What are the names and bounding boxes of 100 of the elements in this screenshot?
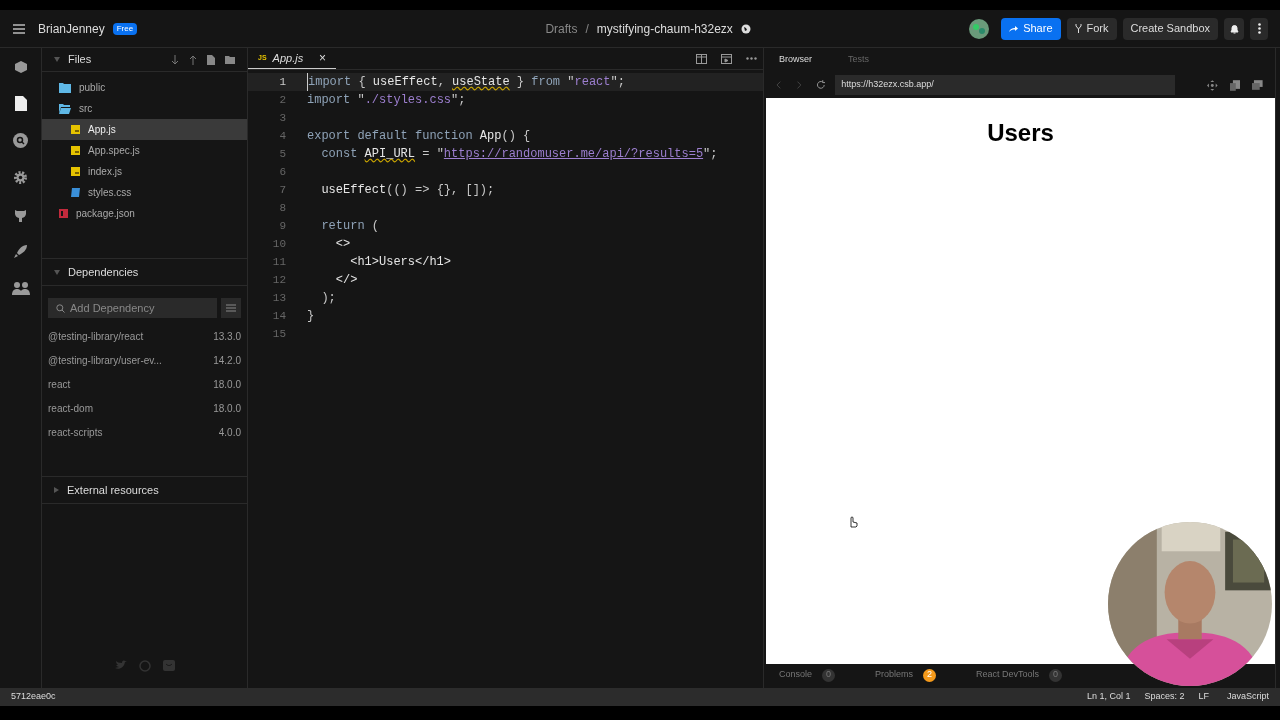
line-number: 9: [278, 218, 287, 234]
bell-icon: [1229, 23, 1239, 34]
dependency-name[interactable]: react: [48, 376, 71, 392]
line-number: 12: [271, 272, 287, 288]
plan-badge: Free: [112, 22, 138, 35]
more-menu-button[interactable]: [1250, 17, 1268, 40]
file-tree-item[interactable]: public: [42, 77, 247, 98]
more-icon[interactable]: [746, 57, 757, 60]
new-file-icon[interactable]: [207, 54, 215, 65]
dependency-name[interactable]: react-scripts: [48, 424, 103, 440]
line-number: 10: [271, 236, 287, 252]
notifications-button[interactable]: [1224, 17, 1244, 40]
expand-caret-icon[interactable]: [54, 487, 59, 493]
js-file-icon: [71, 146, 80, 155]
collapse-caret-icon[interactable]: [54, 269, 60, 275]
more-icon: [1257, 23, 1261, 34]
close-tab-button[interactable]: ×: [319, 52, 326, 64]
dependency-name[interactable]: @testing-library/user-ev...: [48, 352, 162, 368]
status-item[interactable]: JavaScript: [1226, 690, 1269, 704]
file-tree-item[interactable]: src: [42, 98, 247, 119]
share-button[interactable]: Share: [1001, 17, 1061, 40]
split-view-icon[interactable]: [696, 53, 707, 64]
reload-icon[interactable]: [815, 80, 826, 90]
code-line: <>: [334, 236, 351, 253]
dependency-version: 14.2.0: [213, 353, 241, 368]
new-folder-icon[interactable]: [225, 55, 235, 64]
sandbox-name[interactable]: mystifying-chaum-h32ezx: [596, 19, 733, 38]
users-icon[interactable]: [11, 281, 30, 295]
preview-tab[interactable]: Browser: [779, 53, 812, 67]
fork-icon: [1074, 24, 1082, 33]
fork-button[interactable]: Fork: [1066, 17, 1117, 40]
line-number: 11: [271, 254, 287, 270]
dependency-version: 18.0.0: [213, 401, 241, 416]
share-arrow-icon: [1009, 25, 1019, 32]
line-number: 1: [278, 74, 287, 90]
dependency-version: 4.0.0: [218, 425, 241, 440]
file-tree-item[interactable]: App.spec.js: [42, 140, 247, 161]
upload-icon[interactable]: [189, 54, 197, 65]
tab-label: App.js: [272, 50, 304, 66]
section-title[interactable]: External resources: [67, 481, 159, 499]
line-number: 13: [271, 290, 287, 306]
code-line: <h1>Users</h1>: [349, 254, 452, 271]
search-icon: [56, 304, 65, 313]
status-item[interactable]: Ln 1, Col 1: [1086, 690, 1131, 704]
cube-icon[interactable]: [13, 60, 28, 74]
menu-icon[interactable]: [12, 21, 26, 36]
add-dependency-field[interactable]: Add Dependency: [48, 298, 217, 318]
file-tree-item[interactable]: package.json: [42, 203, 247, 224]
avatar[interactable]: [969, 18, 990, 39]
package-file-icon: [59, 209, 68, 218]
dependency-version: 18.0.0: [213, 377, 241, 392]
collapse-caret-icon[interactable]: [54, 57, 60, 62]
status-item[interactable]: LF: [1198, 690, 1209, 704]
list-icon: [226, 304, 236, 312]
count-badge: 2: [923, 668, 937, 682]
dependency-name[interactable]: react-dom: [48, 400, 93, 416]
file-icon[interactable]: [14, 96, 27, 111]
code-line: }: [307, 308, 315, 325]
create-button[interactable]: Create Sandbox: [1122, 17, 1218, 40]
copy-icon[interactable]: [1229, 79, 1241, 91]
code-line: );: [320, 290, 336, 307]
breadcrumb-folder[interactable]: Drafts: [545, 19, 578, 38]
page-heading: Users: [987, 118, 1054, 148]
line-number: 6: [278, 164, 287, 180]
line-number: 4: [278, 128, 287, 144]
status-item[interactable]: Spaces: 2: [1144, 690, 1185, 704]
breadcrumb-separator: /: [585, 20, 589, 38]
preview-icon[interactable]: [721, 53, 732, 64]
file-tree-item[interactable]: index.js: [42, 161, 247, 182]
console-tab[interactable]: Problems 2: [875, 668, 937, 682]
folder-icon: [59, 82, 71, 93]
code-line: return (: [320, 218, 379, 235]
code-line: import "./styles.css";: [307, 92, 466, 109]
css-file-icon: [71, 188, 80, 197]
file-tree-item[interactable]: styles.css: [42, 182, 247, 203]
open-folder-icon: [59, 103, 71, 114]
js-file-icon: [71, 125, 80, 134]
section-title[interactable]: Dependencies: [68, 263, 139, 281]
section-title[interactable]: Files: [68, 51, 92, 68]
dependency-version: 13.3.0: [213, 329, 241, 344]
code-line: export default function App() {: [307, 128, 531, 145]
code-line: useEffect(() => {}, []);: [320, 182, 495, 199]
url-field[interactable]: https://h32ezx.csb.app/: [835, 75, 1176, 95]
dependency-name[interactable]: @testing-library/react: [48, 328, 144, 344]
js-file-icon: [71, 167, 80, 176]
code-line: import { useEffect, useState } from "react";: [307, 73, 625, 91]
line-number: 2: [278, 92, 287, 108]
code-line: const API_URL = "https://randomuser.me/api/?results=5";: [320, 146, 718, 163]
username[interactable]: BrianJenney: [38, 19, 105, 38]
commit-hash: 5712eae0c: [11, 690, 56, 704]
window-icon[interactable]: [1252, 80, 1263, 90]
line-number: 14: [271, 308, 287, 324]
download-icon[interactable]: [171, 54, 179, 65]
search-icon[interactable]: [13, 133, 28, 148]
line-number: 5: [278, 146, 287, 162]
line-number: 7: [278, 182, 287, 198]
move-icon[interactable]: [1207, 79, 1218, 91]
settings-icon[interactable]: [13, 170, 28, 185]
file-tree-item[interactable]: App.js: [42, 119, 247, 140]
code-line: </>: [334, 272, 358, 289]
